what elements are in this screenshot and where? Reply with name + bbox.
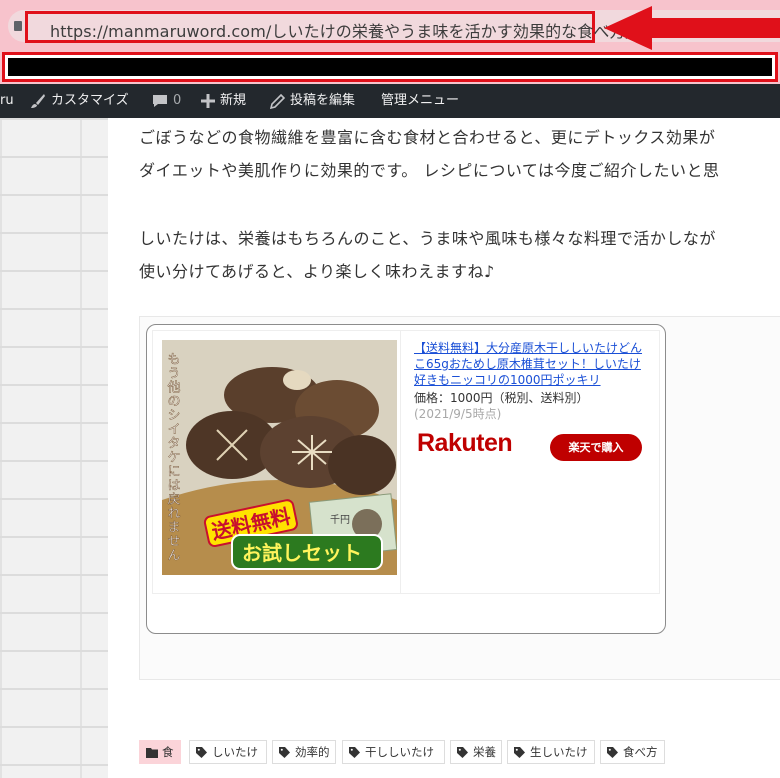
tag-icon (196, 747, 207, 758)
tag-item[interactable]: 生しいたけ (507, 740, 595, 764)
comments-count: 0 (173, 93, 182, 108)
tag-label: 効率的 (295, 745, 330, 759)
arrow-annotation-icon (604, 6, 780, 50)
buy-on-rakuten-button[interactable]: 楽天で購入 (550, 434, 642, 461)
tag-item[interactable]: 干ししいたけ (342, 740, 445, 764)
url-text[interactable]: https://manmaruword.com/しいたけの栄養やうま味を活かす効… (50, 18, 631, 42)
category-label: 食 (162, 745, 174, 759)
product-title-link[interactable]: 【送料無料】大分産原木干ししいたけどんこ65gおためし原木椎茸セット！しいたけ好… (414, 340, 642, 388)
tag-label: 食べ方 (623, 745, 658, 759)
product-image[interactable]: 千円 もう他のシイタケには戻れません 送料無料 お試しセット (162, 340, 397, 575)
shiitake-photo: 千円 もう他のシイタケには戻れません 送料無料 お試しセット (162, 340, 397, 575)
product-price: 価格：1000円（税別、送料別） (414, 391, 589, 405)
admin-bar-admin-menu[interactable]: 管理メニュー (381, 84, 459, 118)
tag-icon (514, 747, 525, 758)
tag-label: 生しいたけ (530, 745, 588, 759)
price-date-note: (2021/9/5時点) (414, 407, 502, 421)
vertical-catchphrase: もう他のシイタケには戻れません (165, 352, 181, 562)
admin-menu-label: 管理メニュー (381, 93, 460, 108)
redaction-annotation-box (2, 52, 778, 82)
tag-item[interactable]: 効率的 (272, 740, 336, 764)
tag-icon (349, 747, 360, 758)
edit-post-label: 投稿を編集 (290, 93, 356, 108)
article-text-line: しいたけは、栄養はもちろんのこと、うま味や風味も様々な料理で活かしなが (139, 229, 716, 248)
tag-icon (607, 747, 618, 758)
category-tag[interactable]: 食 (139, 740, 181, 764)
paintbrush-icon (31, 94, 45, 108)
tag-item[interactable]: しいたけ (189, 740, 267, 764)
admin-bar-site-name[interactable]: ru (0, 84, 14, 118)
tag-icon (279, 747, 290, 758)
tag-label: 栄養 (473, 745, 496, 759)
wp-admin-bar: ru カスタマイズ 0 新規 投稿を編集 管理メニュー (0, 84, 780, 118)
folder-icon (146, 748, 158, 758)
admin-bar-new[interactable]: 新規 (201, 84, 246, 118)
article-text-line: ごぼうなどの食物繊維を豊富に含む食材と合わせると、更にデトックス効果が (139, 128, 716, 147)
admin-bar-edit-post[interactable]: 投稿を編集 (270, 84, 355, 118)
pencil-icon (270, 93, 285, 109)
redaction-block (8, 58, 772, 76)
article-text-line: ダイエットや美肌作りに効果的です。 レシピについては今度ご紹介したいと思 (139, 161, 720, 180)
trial-set-banner: お試しセット (242, 541, 362, 565)
tag-label: しいたけ (212, 745, 258, 759)
site-name-label: ru (0, 93, 14, 108)
comment-bubble-icon (153, 95, 167, 107)
plus-icon (201, 94, 215, 108)
article-text-line: 使い分けてあげると、より楽しく味わえますね♪ (139, 262, 495, 281)
bill-text: 千円 (330, 514, 350, 526)
new-label: 新規 (220, 93, 247, 108)
customize-label: カスタマイズ (51, 93, 129, 108)
brick-wall-background (0, 118, 108, 778)
rakuten-logo: Rakuten (417, 429, 513, 457)
tag-label: 干ししいたけ (365, 745, 434, 759)
tag-icon (457, 747, 468, 758)
lock-icon (14, 21, 22, 31)
tag-item[interactable]: 食べ方 (600, 740, 665, 764)
url-annotation-box: https://manmaruword.com/しいたけの栄養やうま味を活かす効… (25, 11, 631, 43)
admin-bar-comments[interactable]: 0 (152, 84, 181, 118)
tag-item[interactable]: 栄養 (450, 740, 502, 764)
admin-bar-customize[interactable]: カスタマイズ (30, 84, 129, 118)
redacted-strip (0, 50, 780, 84)
